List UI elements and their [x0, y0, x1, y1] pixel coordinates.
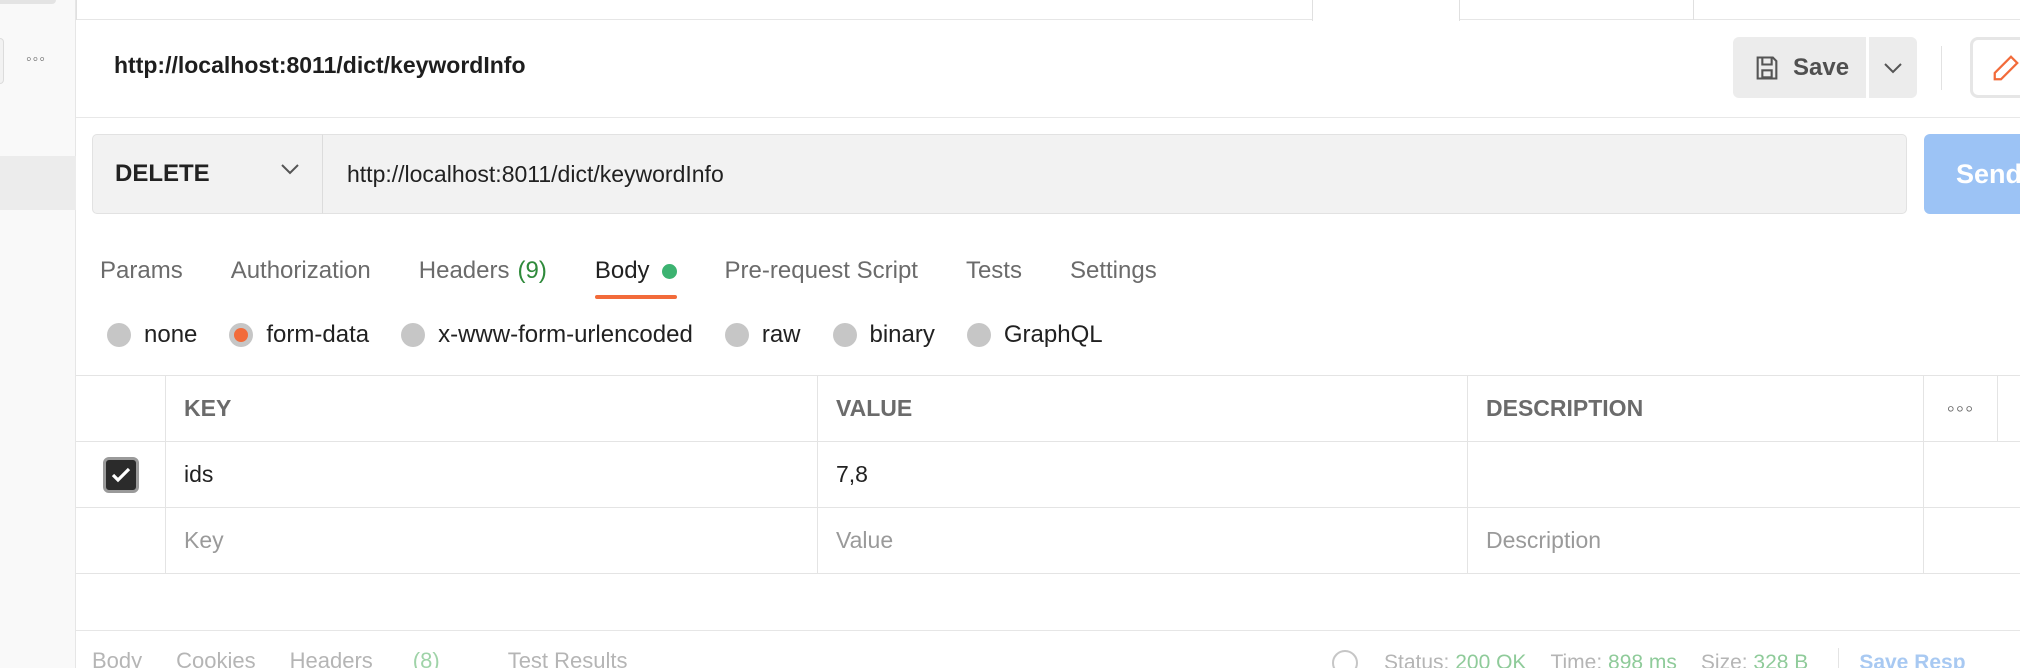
response-headers-count: (8)	[412, 648, 440, 668]
checkmark-icon	[111, 467, 130, 482]
url-input[interactable]: http://localhost:8011/dict/keywordInfo	[322, 134, 1907, 214]
description-cell[interactable]	[1468, 442, 1924, 507]
radio-binary[interactable]: binary	[832, 321, 935, 349]
body-active-indicator	[661, 263, 677, 279]
request-title[interactable]: http://localhost:8011/dict/keywordInfo	[114, 52, 526, 79]
header-value: VALUE	[818, 376, 1468, 441]
edit-button[interactable]	[1970, 37, 2020, 98]
response-tab-body[interactable]: Body	[92, 648, 142, 668]
time-readout: Time: 898 ms	[1550, 651, 1677, 668]
radio-graphql[interactable]: GraphQL	[966, 321, 1103, 349]
request-tab-strip	[76, 0, 2020, 21]
key-cell[interactable]: ids	[166, 442, 818, 507]
body-type-radios: none form-data x-www-form-urlencoded raw…	[107, 318, 1135, 352]
save-label: Save	[1793, 53, 1850, 81]
method-label: DELETE	[115, 160, 210, 187]
radio-form-data[interactable]: form-data	[229, 321, 369, 349]
tab-body[interactable]: Body	[594, 247, 677, 299]
response-tab-cookies[interactable]: Cookies	[176, 648, 255, 668]
table-header-row: KEY VALUE DESCRIPTION ◦◦◦	[76, 376, 2020, 442]
sidebar-collapse-button[interactable]	[0, 38, 4, 84]
radio-circle[interactable]	[832, 323, 857, 347]
response-tab-headers[interactable]: Headers (8)	[290, 648, 474, 668]
radio-circle[interactable]	[966, 323, 991, 347]
globe-icon[interactable]	[1332, 650, 1358, 668]
header-description: DESCRIPTION	[1468, 376, 1924, 441]
tab-pre-request-script[interactable]: Pre-request Script	[725, 247, 918, 295]
row-enabled-checkbox[interactable]	[102, 456, 139, 493]
tab-settings[interactable]: Settings	[1070, 247, 1157, 295]
header-divider	[1941, 46, 1942, 90]
response-status-bar: Status: 200 OK Time: 898 ms Size: 328 B …	[1332, 648, 1966, 668]
more-options-icon[interactable]: ◦◦◦	[1924, 376, 1998, 441]
request-tabs: Params Authorization Headers (9) Body Pre…	[100, 247, 1205, 299]
chevron-down-icon	[281, 164, 299, 175]
status-separator	[1838, 648, 1840, 668]
radio-circle[interactable]	[724, 323, 749, 347]
sidebar-top-button[interactable]	[0, 0, 56, 4]
status-readout: Status: 200 OK	[1384, 651, 1527, 668]
tab-headers[interactable]: Headers (9)	[419, 247, 547, 295]
description-placeholder-input[interactable]: Description	[1468, 508, 1924, 573]
save-button[interactable]: Save	[1733, 37, 1866, 98]
chevron-down-icon	[1884, 62, 1902, 73]
active-request-tab[interactable]	[1312, 0, 1460, 21]
response-divider	[76, 630, 2020, 631]
method-select[interactable]: DELETE	[92, 134, 323, 214]
save-response-button[interactable]: Save Resp	[1859, 651, 1965, 668]
header-divider-line	[76, 117, 2020, 118]
response-tabs: Body Cookies Headers (8) Test Results	[92, 648, 662, 668]
radio-none[interactable]: none	[107, 321, 197, 349]
tab-tests[interactable]: Tests	[966, 247, 1022, 295]
send-button[interactable]: Send	[1924, 134, 2020, 214]
table-row: ids 7,8	[76, 442, 2020, 508]
save-options-button[interactable]	[1869, 37, 1917, 98]
radio-circle[interactable]	[107, 323, 131, 347]
radio-circle[interactable]	[401, 323, 426, 347]
tab-authorization[interactable]: Authorization	[231, 247, 371, 295]
radio-circle-selected[interactable]	[229, 323, 254, 347]
headers-count: (9)	[517, 257, 547, 284]
form-data-table: KEY VALUE DESCRIPTION ◦◦◦ ids 7,8 Key Va…	[76, 376, 2020, 574]
row-check-cell	[76, 442, 166, 507]
key-placeholder-input[interactable]: Key	[166, 508, 818, 573]
sidebar-selected-item[interactable]	[0, 156, 76, 210]
response-tab-test-results[interactable]: Test Results	[508, 648, 628, 668]
value-cell[interactable]: 7,8	[818, 442, 1468, 507]
tab-separator	[1693, 0, 1694, 20]
radio-x-www-form-urlencoded[interactable]: x-www-form-urlencoded	[401, 321, 693, 349]
header-check-cell	[76, 376, 166, 441]
sidebar: ◦◦◦	[0, 0, 76, 668]
table-row-empty: Key Value Description	[76, 508, 2020, 574]
size-readout: Size: 328 B	[1700, 651, 1809, 668]
save-icon	[1756, 55, 1778, 80]
value-placeholder-input[interactable]: Value	[818, 508, 1468, 573]
row-check-cell	[76, 508, 166, 573]
header-key: KEY	[166, 376, 818, 441]
radio-raw[interactable]: raw	[724, 321, 801, 349]
pencil-icon	[1993, 54, 2019, 80]
tab-params[interactable]: Params	[100, 247, 183, 295]
more-options-icon[interactable]: ◦◦◦	[18, 46, 54, 74]
tab-separator	[76, 0, 77, 20]
